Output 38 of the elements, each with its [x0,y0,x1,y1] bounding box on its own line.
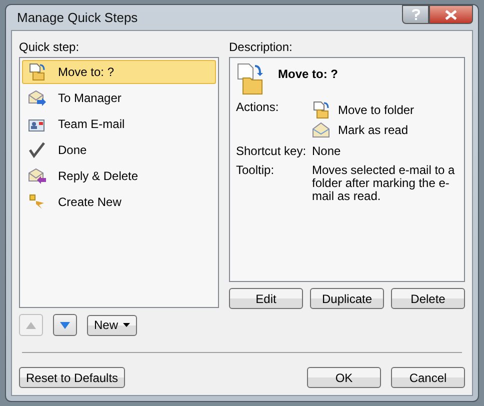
quick-step-item[interactable]: Move to: ? [22,60,216,84]
shortcut-key-value: None [312,145,342,158]
description-action-button[interactable]: Edit [229,288,303,309]
up-arrow-icon [26,322,36,328]
description-label: Description: [229,40,294,54]
window-title: Manage Quick Steps [16,10,138,25]
description-action-button[interactable]: Delete [391,288,465,309]
action-text: Move to folder [338,104,414,116]
ok-button[interactable]: OK [307,367,381,388]
envelope-arrow-icon [28,167,46,185]
quick-step-item[interactable]: Team E-mail [22,112,216,136]
folder-move-icon [312,101,330,119]
close-button[interactable] [429,5,473,24]
action-text: Mark as read [338,124,408,136]
open-envelope-icon [312,121,330,139]
actions-label: Actions: [236,101,280,116]
tooltip-text: Moves selected e-mail to a folder after marking the e-mail as read. [312,164,456,203]
envelope-arrow-icon [28,89,46,107]
down-arrow-icon [60,322,70,328]
quick-step-label: Quick step: [19,40,80,54]
shortcut-key-label: Shortcut key: [236,145,308,158]
close-icon [445,10,457,20]
cancel-button[interactable]: Cancel [391,367,465,388]
folder-move-icon [28,63,46,81]
description-action-button[interactable]: Duplicate [310,288,384,309]
quick-step-item[interactable]: Reply & Delete [22,164,216,188]
quick-step-item[interactable]: Create New [22,190,216,214]
help-icon [412,8,420,20]
new-dropdown-button[interactable]: New [87,314,138,336]
quick-step-title: Move to: ? [278,67,338,81]
tooltip-label: Tooltip: [236,164,276,179]
move-down-button[interactable] [53,314,77,336]
checkmark-icon [28,141,46,159]
quick-step-item[interactable]: To Manager [22,86,216,110]
help-button[interactable] [402,5,429,24]
quick-step-item[interactable]: Done [22,138,216,162]
reset-button[interactable]: Reset to Defaults [19,367,126,388]
caret-icon [123,323,130,327]
